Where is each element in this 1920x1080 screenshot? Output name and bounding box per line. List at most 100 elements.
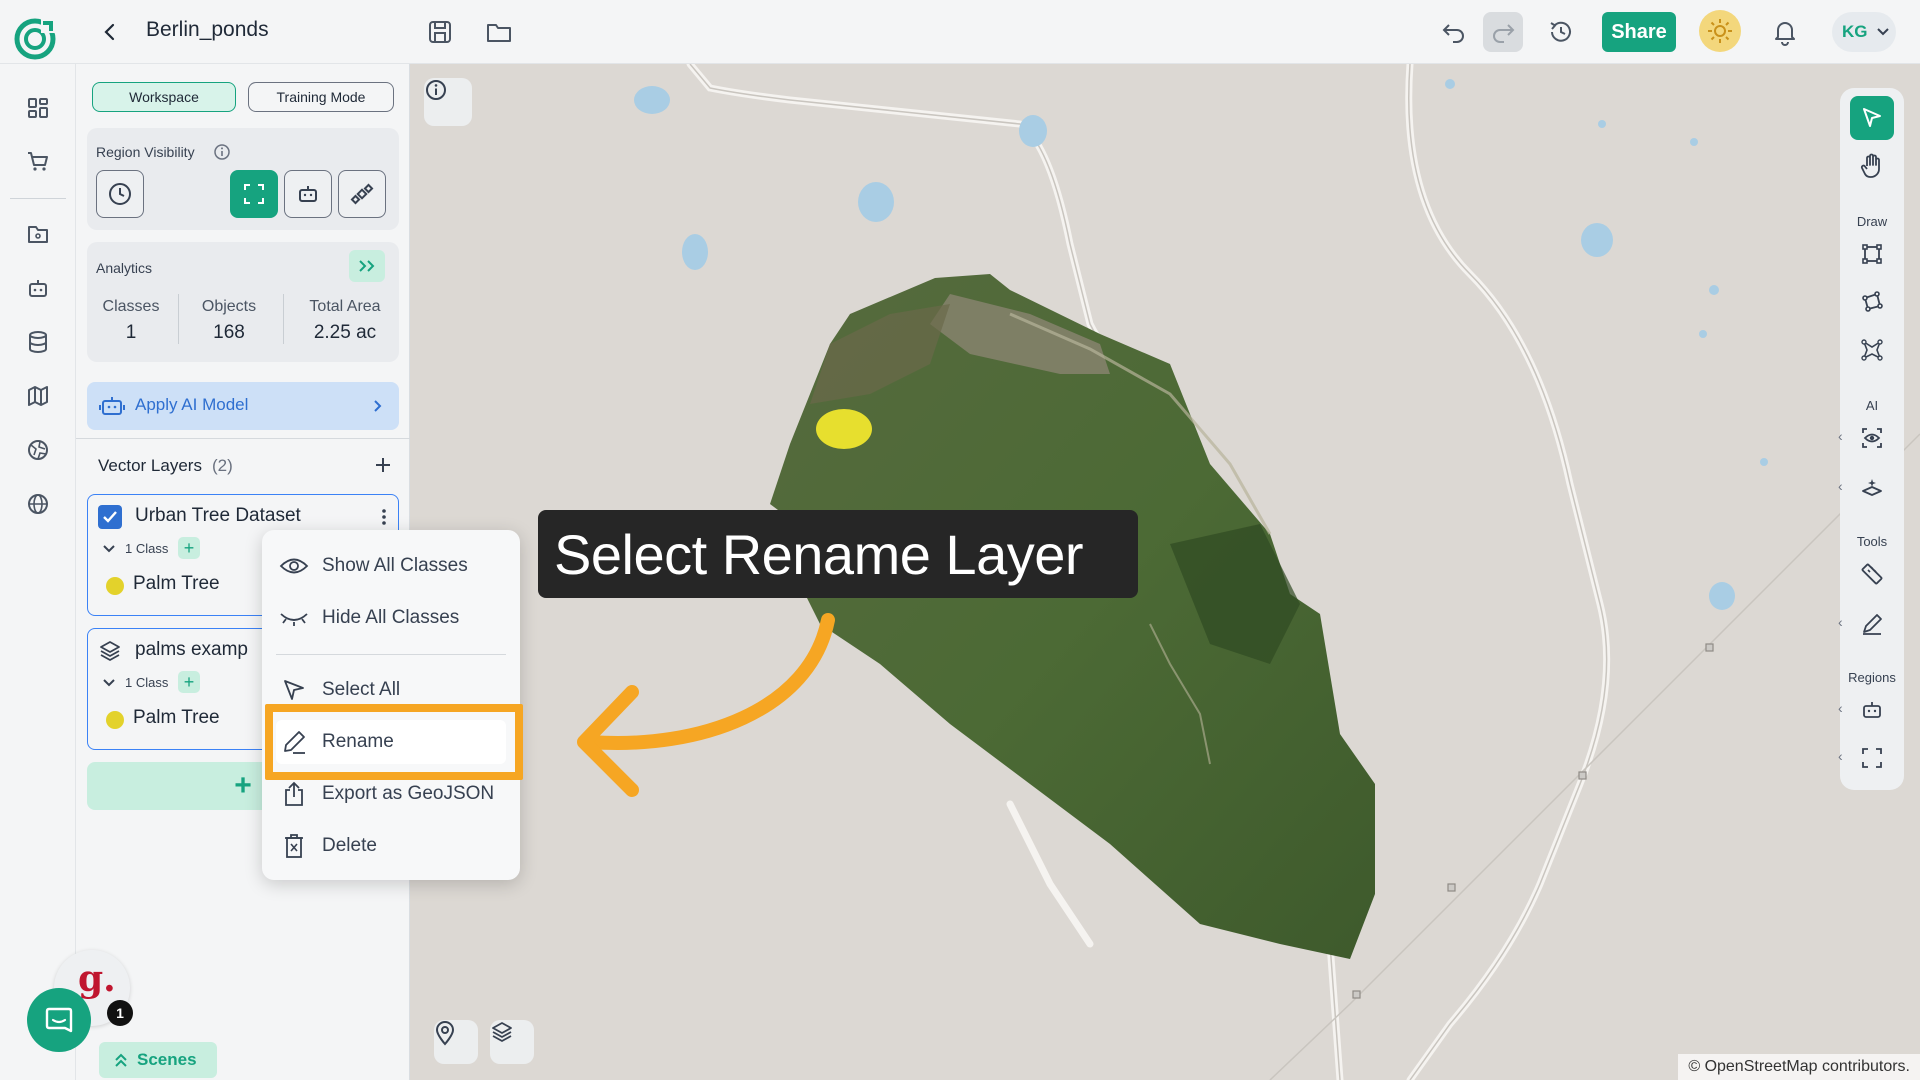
add-vector-layer-button[interactable] (368, 450, 398, 480)
data-nav-button[interactable] (22, 326, 54, 358)
ai-region-button[interactable] (1850, 688, 1894, 732)
folder-icon (487, 24, 511, 42)
globe-grid-icon (28, 440, 48, 460)
vector-layers-count: (2) (212, 456, 233, 475)
visibility-time-button[interactable] (96, 170, 144, 218)
location-button[interactable] (434, 1020, 478, 1064)
draw-section-label: Draw (1856, 214, 1888, 229)
basemap-layers-button[interactable] (490, 1020, 534, 1064)
draw-freeform-button[interactable] (1850, 328, 1894, 372)
user-menu[interactable]: KG (1832, 12, 1896, 52)
open-folder-button[interactable] (479, 12, 519, 52)
add-class-button[interactable]: + (178, 671, 200, 693)
class-name[interactable]: Palm Tree (133, 707, 220, 729)
select-tool-button[interactable] (1850, 96, 1894, 140)
visibility-ai-button[interactable] (284, 170, 332, 218)
map-icon (28, 386, 48, 406)
class-name[interactable]: Palm Tree (133, 573, 220, 595)
pen-icon (1863, 614, 1882, 635)
chevron-down-icon[interactable] (102, 677, 116, 689)
ai-detect-button[interactable] (1850, 416, 1894, 460)
info-icon[interactable] (213, 143, 231, 161)
stat-classes-label: Classes (102, 298, 160, 315)
stat-objects-label: Objects (201, 298, 257, 315)
visibility-satellite-button[interactable] (338, 170, 386, 218)
chevron-left-icon[interactable]: ‹ (1838, 428, 1843, 444)
world-nav-button[interactable] (22, 488, 54, 520)
chat-notification-badge: 1 (107, 1000, 133, 1026)
menu-label: Delete (322, 835, 377, 856)
region-visibility-card: Region Visibility (87, 128, 399, 230)
menu-show-all-classes[interactable]: Show All Classes (276, 544, 506, 588)
projects-nav-button[interactable] (22, 218, 54, 250)
stat-divider (178, 294, 179, 344)
chevron-left-icon[interactable]: ‹ (1838, 700, 1843, 716)
stat-area-label: Total Area (309, 298, 381, 315)
add-class-button[interactable]: + (178, 537, 200, 559)
back-icon (104, 23, 115, 41)
region-frame-button[interactable] (1850, 736, 1894, 780)
robot-icon (299, 186, 317, 202)
tab-workspace[interactable]: Workspace (92, 82, 236, 112)
chevron-left-icon[interactable]: ‹ (1838, 478, 1843, 494)
eye-closed-icon (278, 602, 310, 634)
redo-button[interactable] (1483, 12, 1523, 52)
ruler-icon (1861, 563, 1883, 585)
layers-icon (492, 1022, 512, 1042)
explore-nav-button[interactable] (22, 434, 54, 466)
map-info-button[interactable] (424, 78, 472, 126)
undo-button[interactable] (1434, 12, 1474, 52)
analytics-title: Analytics (96, 260, 153, 276)
chevron-down-icon[interactable] (102, 543, 116, 555)
draw-rectangle-button[interactable] (1850, 232, 1894, 276)
vector-layers-title: Vector Layers (98, 456, 202, 475)
export-icon (278, 778, 310, 810)
apply-ai-model-button[interactable]: Apply AI Model (87, 382, 399, 430)
panel-divider (76, 438, 410, 439)
ai-segment-button[interactable] (1850, 466, 1894, 510)
chevron-left-icon[interactable]: ‹ (1838, 614, 1843, 630)
logo-icon (14, 18, 56, 60)
maps-nav-button[interactable] (22, 380, 54, 412)
history-button[interactable] (1541, 12, 1581, 52)
menu-hide-all-classes[interactable]: Hide All Classes (276, 596, 506, 640)
draw-polygon-button[interactable] (1850, 280, 1894, 324)
chevron-down-icon (1877, 28, 1889, 36)
menu-delete[interactable]: Delete (276, 824, 506, 868)
notifications-button[interactable] (1765, 12, 1805, 52)
project-title: Berlin_ponds (146, 18, 269, 41)
pan-tool-button[interactable] (1850, 144, 1894, 188)
region-visibility-title: Region Visibility (96, 144, 195, 160)
back-button[interactable] (92, 14, 128, 50)
cart-icon (28, 152, 48, 171)
palm-tree-annotation (816, 409, 872, 449)
expand-analytics-button[interactable] (349, 250, 385, 282)
brand-letter: g. (78, 958, 116, 1000)
scenes-button[interactable]: Scenes (99, 1042, 217, 1078)
save-button[interactable] (420, 12, 460, 52)
stat-divider (283, 294, 284, 344)
ai-section-label: AI (1865, 398, 1879, 413)
annotate-tool-button[interactable] (1850, 602, 1894, 646)
bounding-box-icon (1862, 244, 1882, 264)
app-logo[interactable] (12, 16, 58, 62)
frame-corners-icon (1862, 748, 1882, 768)
visibility-region-button[interactable] (230, 170, 278, 218)
eye-icon (278, 550, 310, 582)
measure-tool-button[interactable] (1850, 552, 1894, 596)
models-nav-button[interactable] (22, 272, 54, 304)
tab-training-mode[interactable]: Training Mode (248, 82, 394, 112)
clock-icon (109, 183, 131, 205)
map-attribution[interactable]: © OpenStreetMap contributors. (1678, 1054, 1920, 1080)
cursor-icon (1863, 108, 1881, 127)
dashboard-nav-button[interactable] (22, 92, 54, 124)
marketplace-nav-button[interactable] (22, 146, 54, 178)
layer-visibility-checkbox[interactable] (98, 505, 122, 529)
frame-corners-icon (244, 184, 264, 204)
undo-icon (1442, 24, 1464, 43)
theme-toggle-button[interactable] (1699, 10, 1741, 52)
share-button[interactable]: Share (1602, 12, 1676, 52)
layer-more-button[interactable] (374, 503, 394, 531)
chevron-left-icon[interactable]: ‹ (1838, 748, 1843, 764)
chat-launcher-button[interactable] (27, 988, 91, 1052)
